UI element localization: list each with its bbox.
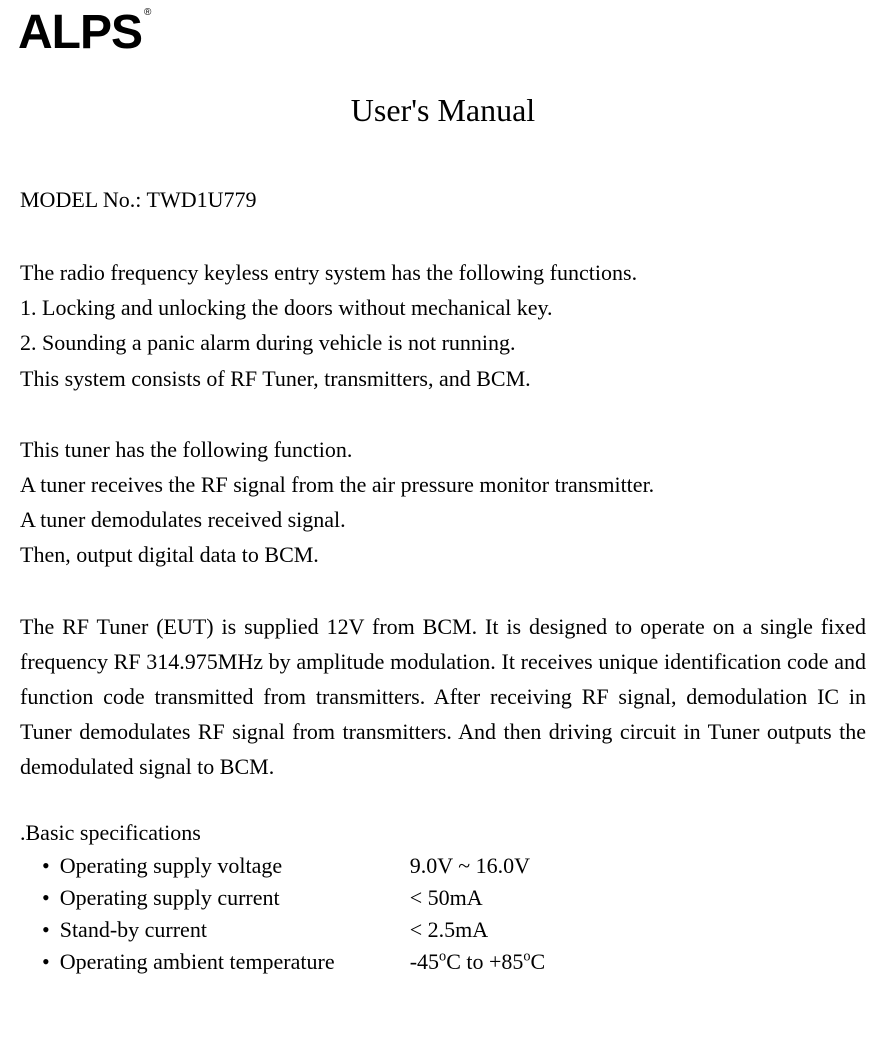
tuner-line-2: A tuner receives the RF signal from the …: [20, 467, 866, 502]
bullet-icon: •: [42, 914, 50, 946]
document-title: User's Manual: [20, 92, 866, 129]
spec-value: -45oC to +85oC: [410, 946, 546, 978]
tuner-line-1: This tuner has the following function.: [20, 432, 866, 467]
spec-value: 9.0V ~ 16.0V: [410, 850, 530, 882]
specs-list: • Operating supply voltage 9.0V ~ 16.0V …: [20, 850, 866, 978]
description-block: The RF Tuner (EUT) is supplied 12V from …: [20, 609, 866, 785]
tuner-line-3: A tuner demodulates received signal.: [20, 502, 866, 537]
bullet-icon: •: [42, 946, 50, 978]
intro-line-1: The radio frequency keyless entry system…: [20, 255, 866, 290]
spec-label: Operating supply current: [60, 882, 410, 914]
trademark-icon: ®: [144, 7, 150, 18]
specs-heading: .Basic specifications: [20, 820, 866, 846]
spec-label: Operating ambient temperature: [60, 946, 410, 978]
intro-block: The radio frequency keyless entry system…: [20, 255, 866, 396]
intro-line-4: This system consists of RF Tuner, transm…: [20, 361, 866, 396]
spec-row: • Stand-by current < 2.5mA: [20, 914, 866, 946]
spec-row: • Operating supply current < 50mA: [20, 882, 866, 914]
tuner-block: This tuner has the following function. A…: [20, 432, 866, 573]
intro-line-3: 2. Sounding a panic alarm during vehicle…: [20, 325, 866, 360]
spec-label: Operating supply voltage: [60, 850, 410, 882]
intro-line-2: 1. Locking and unlocking the doors witho…: [20, 290, 866, 325]
brand-logo: ALPS®: [18, 5, 148, 60]
logo-text: ALPS: [18, 6, 142, 59]
bullet-icon: •: [42, 850, 50, 882]
spec-row: • Operating supply voltage 9.0V ~ 16.0V: [20, 850, 866, 882]
bullet-icon: •: [42, 882, 50, 914]
spec-label: Stand-by current: [60, 914, 410, 946]
description-text: The RF Tuner (EUT) is supplied 12V from …: [20, 609, 866, 785]
tuner-line-4: Then, output digital data to BCM.: [20, 537, 866, 572]
model-number: MODEL No.: TWD1U779: [20, 187, 866, 213]
spec-row: • Operating ambient temperature -45oC to…: [20, 946, 866, 978]
spec-value: < 2.5mA: [410, 914, 488, 946]
spec-value: < 50mA: [410, 882, 483, 914]
